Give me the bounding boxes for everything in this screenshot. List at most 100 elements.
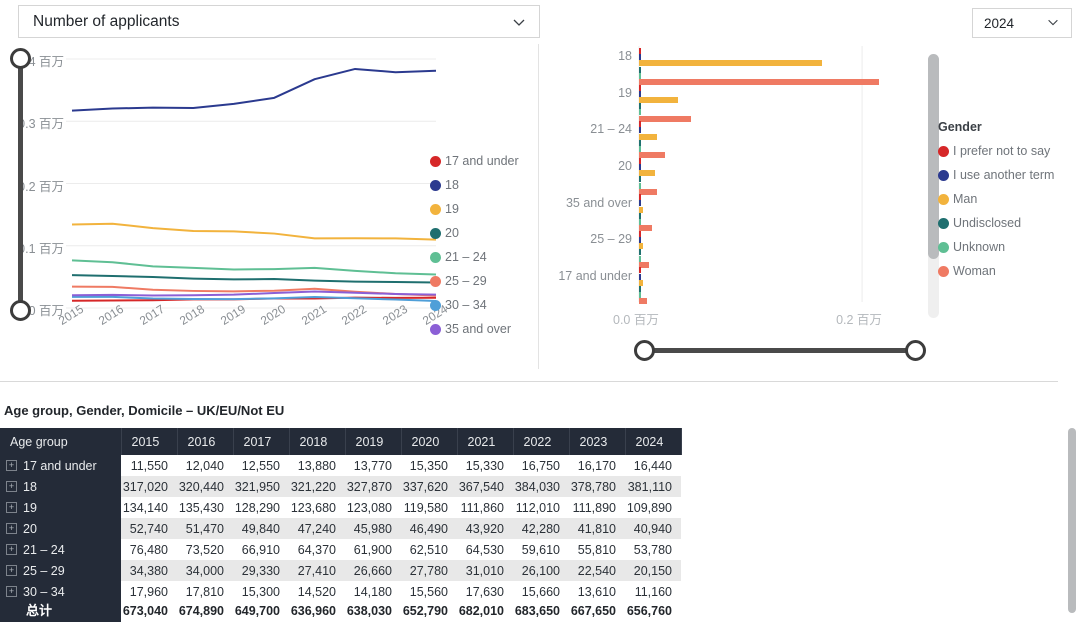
bar-I-use-another-term[interactable] <box>639 54 641 61</box>
table-row-label[interactable]: +18 <box>0 476 121 497</box>
bar-I-prefer-not-to-say[interactable] <box>639 230 641 237</box>
table-row[interactable]: +21 – 24 76,480 73,520 66,910 64,370 61,900 62… <box>0 539 681 560</box>
bar-Unknown[interactable] <box>639 182 641 189</box>
gender-legend-item[interactable]: Woman <box>938 259 1054 283</box>
bar-Woman[interactable] <box>639 298 648 305</box>
legend-item[interactable]: 17 and under <box>430 149 519 173</box>
bar-I-use-another-term[interactable] <box>639 163 641 170</box>
bar-Woman[interactable] <box>639 115 692 122</box>
bar-Woman[interactable] <box>639 261 650 268</box>
horizontal-range-slider[interactable] <box>634 340 926 362</box>
slider-handle-min[interactable] <box>10 300 31 321</box>
table-col-header-year[interactable]: 2022 <box>513 428 570 455</box>
table-col-header-year[interactable]: 2016 <box>177 428 234 455</box>
bar-I-use-another-term[interactable] <box>639 200 641 207</box>
bar-Undisclosed[interactable] <box>639 66 641 73</box>
bar-I-prefer-not-to-say[interactable] <box>639 157 641 164</box>
table-row[interactable]: +19 134,140 135,430 128,290 123,680 123,080 11… <box>0 497 681 518</box>
bar-Unknown[interactable] <box>639 72 641 79</box>
gender-legend[interactable]: Gender I prefer not to say I use another … <box>938 120 1054 283</box>
measure-select[interactable]: Number of applicants <box>18 5 540 38</box>
slider-handle-max[interactable] <box>10 48 31 69</box>
gender-legend-item[interactable]: Unknown <box>938 235 1054 259</box>
legend-item[interactable]: 18 <box>430 173 519 197</box>
bar-Undisclosed[interactable] <box>639 103 641 110</box>
bar-I-prefer-not-to-say[interactable] <box>639 48 641 54</box>
gender-legend-item[interactable]: Undisclosed <box>938 211 1054 235</box>
table-col-header-year[interactable]: 2017 <box>233 428 290 455</box>
table-row-label[interactable]: +20 <box>0 518 121 539</box>
bar-Man[interactable] <box>639 206 643 213</box>
table-row[interactable]: +20 52,740 51,470 49,840 47,240 45,980 46,490 4… <box>0 518 681 539</box>
bar-Man[interactable] <box>639 170 655 177</box>
bar-Unknown[interactable] <box>639 255 641 262</box>
table-row-label[interactable]: +19 <box>0 497 121 518</box>
table-col-header-year[interactable]: 2019 <box>345 428 402 455</box>
table-row-label[interactable]: +30 – 34 <box>0 581 121 602</box>
bar-Undisclosed[interactable] <box>639 139 641 146</box>
table-row-label[interactable]: +17 and under <box>0 455 121 476</box>
bar-Undisclosed[interactable] <box>639 176 641 183</box>
expand-plus-icon[interactable]: + <box>6 459 17 471</box>
page-scrollbar-thumb[interactable] <box>1068 428 1076 613</box>
bar-I-use-another-term[interactable] <box>639 90 641 97</box>
legend-item[interactable]: 21 – 24 <box>430 245 519 269</box>
table-row[interactable]: +18 317,020 320,440 321,950 321,220 327,870 33… <box>0 476 681 497</box>
expand-plus-icon[interactable]: + <box>6 480 17 492</box>
bar-Unknown[interactable] <box>639 145 641 152</box>
expand-plus-icon[interactable]: + <box>6 501 17 513</box>
bar-Woman[interactable] <box>639 188 657 195</box>
bar-Man[interactable] <box>639 279 644 286</box>
bar-Undisclosed[interactable] <box>639 249 641 256</box>
bar-I-prefer-not-to-say[interactable] <box>639 121 641 128</box>
table-row-label[interactable]: +25 – 29 <box>0 560 121 581</box>
table-row[interactable]: +25 – 29 34,380 34,000 29,330 27,410 26,660 27… <box>0 560 681 581</box>
bar-I-prefer-not-to-say[interactable] <box>639 267 641 274</box>
expand-plus-icon[interactable]: + <box>6 543 17 555</box>
table-col-header-year[interactable]: 2020 <box>401 428 458 455</box>
bar-I-use-another-term[interactable] <box>639 237 641 244</box>
bar-Woman[interactable] <box>639 225 653 232</box>
year-select[interactable]: 2024 <box>972 8 1072 38</box>
bar-I-prefer-not-to-say[interactable] <box>639 194 641 201</box>
bar-Woman[interactable] <box>639 79 879 85</box>
expand-plus-icon[interactable]: + <box>6 522 17 534</box>
table-row[interactable]: +17 and under 11,550 12,040 12,550 13,880 13,… <box>0 455 681 476</box>
slider-handle-max[interactable] <box>905 340 926 361</box>
line-chart-legend[interactable]: 17 and under 18 19 20 21 – 24 25 – 29 30 – 34 3… <box>430 149 519 341</box>
legend-item[interactable]: 30 – 34 <box>430 293 519 317</box>
expand-plus-icon[interactable]: + <box>6 564 17 576</box>
legend-item[interactable]: 35 and over <box>430 317 519 341</box>
table-col-header-year[interactable]: 2015 <box>121 428 178 455</box>
bar-Man[interactable] <box>639 60 822 67</box>
bar-I-use-another-term[interactable] <box>639 273 641 280</box>
gender-legend-label: Woman <box>953 264 996 278</box>
bar-Unknown[interactable] <box>639 219 641 226</box>
gender-legend-item[interactable]: Man <box>938 187 1054 211</box>
table-row[interactable]: +30 – 34 17,960 17,810 15,300 14,520 14,180 15… <box>0 581 681 602</box>
legend-item[interactable]: 19 <box>430 197 519 221</box>
slider-handle-min[interactable] <box>634 340 655 361</box>
bar-Man[interactable] <box>639 96 679 103</box>
gender-legend-item[interactable]: I prefer not to say <box>938 139 1054 163</box>
bar-I-use-another-term[interactable] <box>639 127 641 134</box>
table-col-header-year[interactable]: 2021 <box>457 428 514 455</box>
bar-I-prefer-not-to-say[interactable] <box>639 84 641 91</box>
legend-item[interactable]: 25 – 29 <box>430 269 519 293</box>
table-col-header-year[interactable]: 2018 <box>289 428 346 455</box>
table-row-label[interactable]: +21 – 24 <box>0 539 121 560</box>
bar-Man[interactable] <box>639 133 657 140</box>
table-col-header-year[interactable]: 2024 <box>625 428 682 455</box>
bar-Woman[interactable] <box>639 152 665 159</box>
bar-Unknown[interactable] <box>639 109 641 116</box>
bar-Unknown[interactable] <box>639 292 641 299</box>
table-col-header-year[interactable]: 2023 <box>569 428 626 455</box>
bar-Undisclosed[interactable] <box>639 286 641 293</box>
table-col-header-category[interactable]: Age group <box>0 428 122 455</box>
gender-legend-item[interactable]: I use another term <box>938 163 1054 187</box>
bar-Undisclosed[interactable] <box>639 212 641 219</box>
vertical-range-slider[interactable] <box>10 48 32 321</box>
legend-item[interactable]: 20 <box>430 221 519 245</box>
expand-plus-icon[interactable]: + <box>6 585 17 597</box>
bar-Man[interactable] <box>639 243 644 250</box>
